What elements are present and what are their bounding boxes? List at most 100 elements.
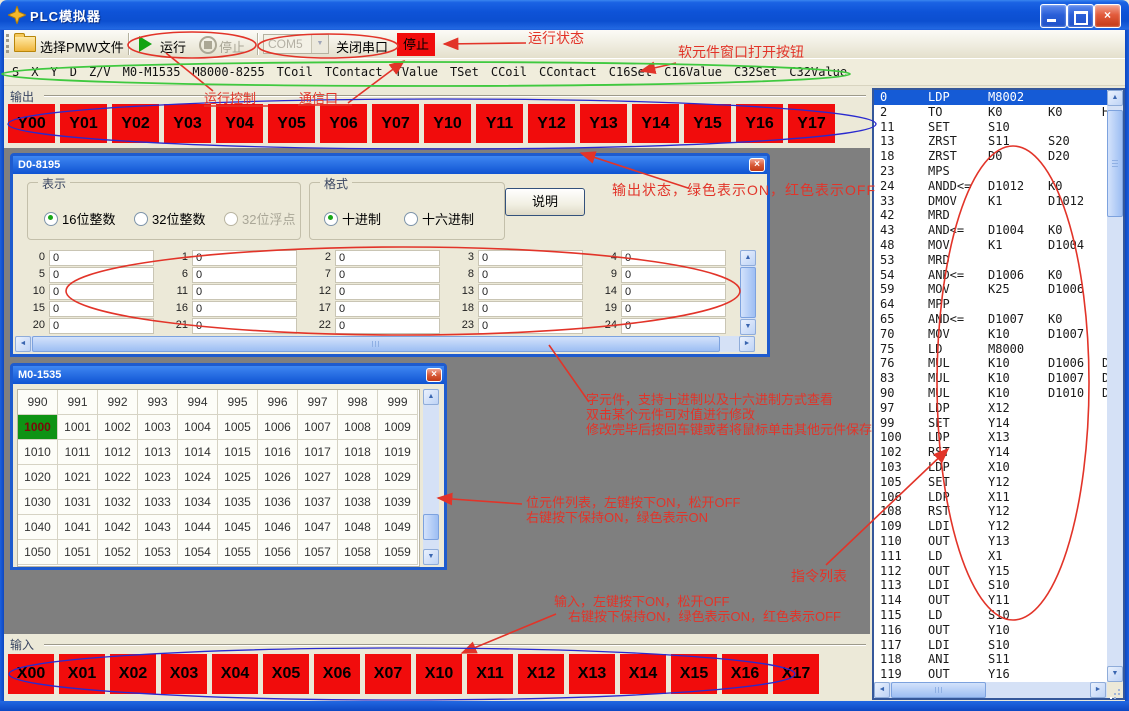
instruction-row-109[interactable]: 109LDIY12 — [874, 519, 1107, 534]
d-register-4[interactable]: 40 — [591, 250, 734, 267]
d-register-value[interactable]: 0 — [335, 284, 440, 300]
d-register-9[interactable]: 90 — [591, 267, 734, 284]
instruction-row-112[interactable]: 112OUTY15 — [874, 564, 1107, 579]
m-bit-1002[interactable]: 1002 — [98, 415, 138, 440]
d-register-value[interactable]: 0 — [478, 301, 583, 317]
resize-grip[interactable] — [1107, 682, 1123, 698]
instruction-row-116[interactable]: 116OUTY10 — [874, 623, 1107, 638]
output-Y06-button[interactable]: Y06 — [320, 104, 367, 143]
d-register-20[interactable]: 200 — [19, 318, 162, 335]
device-button-CContact[interactable]: CContact — [539, 65, 597, 79]
m-bit-1039[interactable]: 1039 — [378, 490, 418, 515]
d-register-value[interactable]: 0 — [192, 318, 297, 334]
m-bit-1018[interactable]: 1018 — [338, 440, 378, 465]
device-button-ZV[interactable]: Z/V — [89, 65, 111, 79]
instruction-row-0[interactable]: 0LDPM8002 — [874, 90, 1107, 105]
device-button-Y[interactable]: Y — [50, 65, 57, 79]
instruction-row-43[interactable]: 43AND<=D1004K0 — [874, 223, 1107, 238]
m-bit-1051[interactable]: 1051 — [58, 540, 98, 565]
m-bit-1025[interactable]: 1025 — [218, 465, 258, 490]
device-button-TCoil[interactable]: TCoil — [277, 65, 313, 79]
m-bit-1014[interactable]: 1014 — [178, 440, 218, 465]
d-register-value[interactable]: 0 — [621, 301, 726, 317]
instruction-row-48[interactable]: 48MOVK1D1004 — [874, 238, 1107, 253]
output-Y05-button[interactable]: Y05 — [268, 104, 315, 143]
instruction-row-83[interactable]: 83MULK10D1007D: — [874, 371, 1107, 386]
m-bit-998[interactable]: 998 — [338, 390, 378, 415]
m-bit-1056[interactable]: 1056 — [258, 540, 298, 565]
instruction-row-118[interactable]: 118ANIS11 — [874, 652, 1107, 667]
scroll-left-icon[interactable]: ◄ — [874, 682, 890, 698]
d-register-value[interactable]: 0 — [621, 318, 726, 334]
output-Y12-button[interactable]: Y12 — [528, 104, 575, 143]
m-bit-1032[interactable]: 1032 — [98, 490, 138, 515]
instr-vscrollbar[interactable]: ▲ ▼ — [1107, 90, 1123, 682]
d-register-value[interactable]: 0 — [335, 267, 440, 283]
output-Y07-button[interactable]: Y07 — [372, 104, 419, 143]
radio-16位整数[interactable]: 16位整数 — [44, 209, 115, 228]
d-register-value[interactable]: 0 — [335, 301, 440, 317]
m-bit-1036[interactable]: 1036 — [258, 490, 298, 515]
m-bit-1035[interactable]: 1035 — [218, 490, 258, 515]
instruction-row-97[interactable]: 97LDPX12 — [874, 401, 1107, 416]
m-bit-990[interactable]: 990 — [18, 390, 58, 415]
m-vscroll-thumb[interactable] — [423, 514, 439, 540]
d-register-value[interactable]: 0 — [478, 250, 583, 266]
input-X00-button[interactable]: X00 — [8, 654, 54, 694]
m-bit-1009[interactable]: 1009 — [378, 415, 418, 440]
output-Y15-button[interactable]: Y15 — [684, 104, 731, 143]
input-X17-button[interactable]: X17 — [773, 654, 819, 694]
d-register-value[interactable]: 0 — [49, 267, 154, 283]
radio-十进制[interactable]: 十进制 — [324, 209, 381, 228]
d-register-value[interactable]: 0 — [192, 267, 297, 283]
com-port-select[interactable]: COM5 ▼ — [263, 34, 329, 54]
d-register-21[interactable]: 210 — [162, 318, 305, 335]
output-Y16-button[interactable]: Y16 — [736, 104, 783, 143]
d-register-18[interactable]: 180 — [448, 301, 591, 318]
d-register-value[interactable]: 0 — [192, 284, 297, 300]
scroll-up-icon[interactable]: ▲ — [423, 389, 439, 405]
m-bit-1046[interactable]: 1046 — [258, 515, 298, 540]
instruction-row-65[interactable]: 65AND<=D1007K0 — [874, 312, 1107, 327]
m-bit-1045[interactable]: 1045 — [218, 515, 258, 540]
d-register-13[interactable]: 130 — [448, 284, 591, 301]
m-bit-1006[interactable]: 1006 — [258, 415, 298, 440]
d-register-14[interactable]: 140 — [591, 284, 734, 301]
d-register-22[interactable]: 220 — [305, 318, 448, 335]
m-bit-1030[interactable]: 1030 — [18, 490, 58, 515]
d-register-23[interactable]: 230 — [448, 318, 591, 335]
device-button-D[interactable]: D — [70, 65, 77, 79]
m-bit-1059[interactable]: 1059 — [378, 540, 418, 565]
m-bit-1022[interactable]: 1022 — [98, 465, 138, 490]
input-X12-button[interactable]: X12 — [518, 654, 564, 694]
d-register-1[interactable]: 10 — [162, 250, 305, 267]
run-button[interactable]: 运行 — [160, 37, 186, 56]
m-bit-1013[interactable]: 1013 — [138, 440, 178, 465]
instruction-row-23[interactable]: 23MPS — [874, 164, 1107, 179]
scroll-left-icon[interactable]: ◄ — [15, 336, 31, 352]
instruction-row-2[interactable]: 2TOK0K0H: — [874, 105, 1107, 120]
output-Y00-button[interactable]: Y00 — [8, 104, 55, 143]
m-bit-1004[interactable]: 1004 — [178, 415, 218, 440]
m-bit-1034[interactable]: 1034 — [178, 490, 218, 515]
m-bit-1037[interactable]: 1037 — [298, 490, 338, 515]
m-bit-1016[interactable]: 1016 — [258, 440, 298, 465]
help-button[interactable]: 说明 — [505, 188, 585, 216]
maximize-button[interactable] — [1067, 4, 1094, 28]
m-bit-1041[interactable]: 1041 — [58, 515, 98, 540]
d-grid-hscrollbar[interactable]: ◄ ► — [15, 336, 755, 352]
device-button-TContact[interactable]: TContact — [325, 65, 383, 79]
d-register-15[interactable]: 150 — [19, 301, 162, 318]
m-bit-1048[interactable]: 1048 — [338, 515, 378, 540]
d-register-6[interactable]: 60 — [162, 267, 305, 284]
m-bit-1028[interactable]: 1028 — [338, 465, 378, 490]
d-window-titlebar[interactable]: D0-8195 × — [13, 156, 767, 174]
m-bit-1020[interactable]: 1020 — [18, 465, 58, 490]
instruction-row-99[interactable]: 99SETY14 — [874, 416, 1107, 431]
m-bit-1007[interactable]: 1007 — [298, 415, 338, 440]
d-register-7[interactable]: 70 — [305, 267, 448, 284]
instruction-row-53[interactable]: 53MRD — [874, 253, 1107, 268]
d-register-12[interactable]: 120 — [305, 284, 448, 301]
input-X03-button[interactable]: X03 — [161, 654, 207, 694]
m-bit-999[interactable]: 999 — [378, 390, 418, 415]
